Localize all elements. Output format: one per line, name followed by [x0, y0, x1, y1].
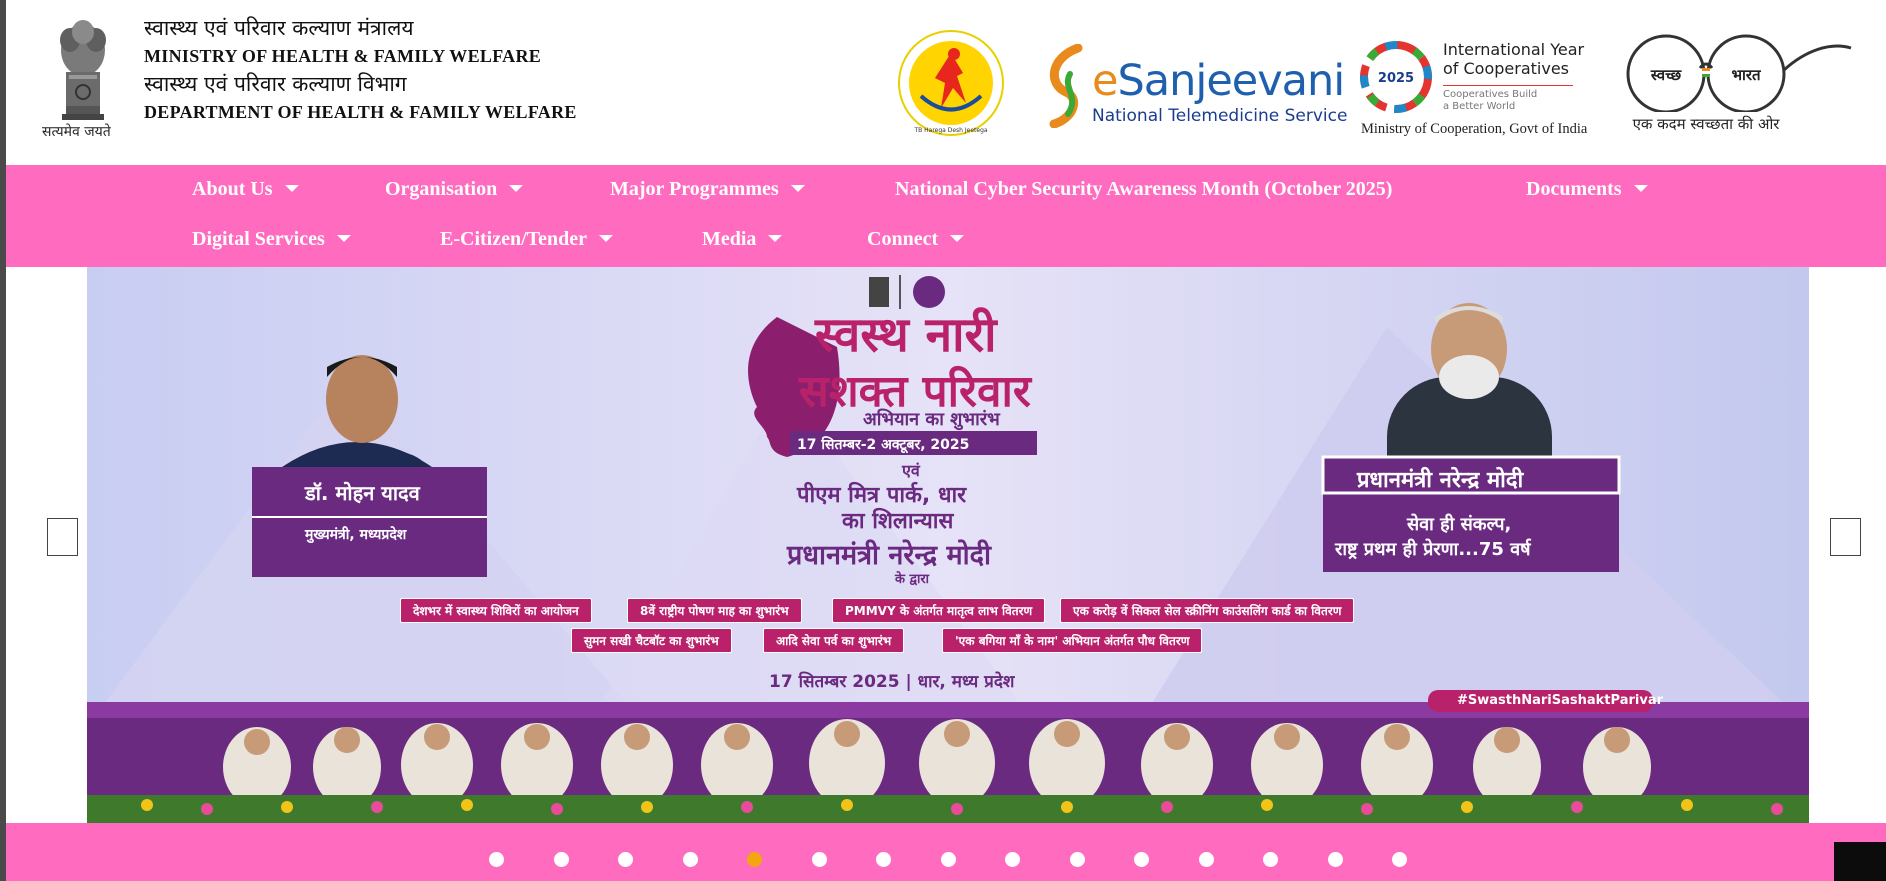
carousel-dot[interactable]	[618, 852, 633, 867]
banner-left-role: मुख्यमंत्री, मध्यप्रदेश	[305, 527, 407, 543]
svg-text:TB Harega Desh Jeetega: TB Harega Desh Jeetega	[913, 127, 987, 134]
nav-about-us[interactable]: About Us	[192, 178, 299, 201]
nav-major-programmes[interactable]: Major Programmes	[610, 178, 805, 201]
esanjeevani-logo[interactable]: eSanjeevani National Telemedicine Servic…	[1040, 38, 1347, 128]
banner-left-divider	[252, 516, 487, 518]
carousel-pagination	[6, 823, 1886, 881]
chevron-down-icon	[336, 234, 351, 242]
nav-e-citizen-tender[interactable]: E-Citizen/Tender	[440, 228, 614, 251]
carousel-dot[interactable]	[811, 852, 827, 867]
cooperatives-ministry: Ministry of Cooperation, Govt of India	[1361, 121, 1588, 137]
carousel-dot[interactable]	[1263, 852, 1278, 867]
carousel-dot[interactable]	[940, 852, 956, 867]
carousel-dot[interactable]	[489, 852, 504, 867]
tb-elimination-logo[interactable]: TB Harega Desh Jeetega	[891, 28, 1011, 138]
department-name-hindi: स्वास्थ्य एवं परिवार कल्याण विभाग	[144, 72, 407, 96]
banner-title-1: स्वस्थ नारी	[815, 307, 997, 363]
chevron-down-icon	[284, 184, 299, 192]
banner-title-3: अभियान का शुभारंभ	[863, 409, 1000, 430]
carousel-dot[interactable]	[1198, 852, 1214, 867]
chevron-down-icon	[790, 184, 805, 192]
banner-event-line: 17 सितम्बर 2025 | धार, मध्य प्रदेश	[769, 672, 1015, 692]
main-navigation: About Us Organisation Major Programmes N…	[6, 165, 1886, 267]
svg-text:भारत: भारत	[1731, 66, 1762, 84]
chevron-down-icon	[599, 234, 614, 242]
esanjeevani-wordmark: eSanjeevani	[1092, 56, 1345, 106]
ministry-name-english: MINISTRY OF HEALTH & FAMILY WELFARE	[144, 46, 542, 66]
banner-tag: एक करोड़ वें सिकल सेल स्क्रीनिंग काउंसलि…	[1060, 598, 1355, 623]
carousel-prev-button[interactable]	[47, 518, 78, 556]
banner-right-line-2: राष्ट्र प्रथम ही प्रेरणा...75 वर्ष	[1335, 539, 1531, 560]
swachh-bharat-slogan: एक कदम स्वच्छता की ओर	[1632, 115, 1780, 133]
cooperatives-divider	[1443, 85, 1573, 86]
cooperatives-year-logo[interactable]: 2025 International Year of Cooperatives …	[1353, 34, 1593, 144]
carousel-slide-banner[interactable]: स्वस्थ नारी सशक्त परिवार अभियान का शुभार…	[87, 267, 1809, 823]
nav-digital-services[interactable]: Digital Services	[192, 228, 351, 251]
carousel-dot[interactable]	[876, 852, 891, 867]
banner-by: के द्वारा	[895, 572, 930, 587]
carousel-dot[interactable]	[1134, 852, 1149, 867]
nav-connect[interactable]: Connect	[867, 228, 965, 251]
site-header: सत्यमेव जयते स्वास्थ्य एवं परिवार कल्याण…	[6, 0, 1886, 165]
banner-tag: आदि सेवा पर्व का शुभारंभ	[763, 628, 905, 653]
banner-tag: PMMVY के अंतर्गत मातृत्व लाभ वितरण	[832, 598, 1046, 623]
chevron-down-icon	[950, 234, 965, 242]
banner-tag: 'एक बगिया माँ के नाम' अभियान अंतर्गत पौध…	[942, 628, 1203, 653]
banner-tag: सुमन सखी चैटबॉट का शुभारंभ	[571, 628, 732, 653]
nav-documents[interactable]: Documents	[1526, 178, 1648, 201]
banner-right-name: प्रधानमंत्री नरेन्द्र मोदी	[1357, 468, 1524, 493]
nav-organisation[interactable]: Organisation	[385, 178, 524, 201]
banner-tag: 8वें राष्ट्रीय पोषण माह का शुभारंभ	[627, 598, 802, 623]
swachh-bharat-spectacles-icon: स्वच्छ भारत	[1626, 34, 1852, 112]
banner-line-2: का शिलान्यास	[842, 509, 954, 534]
chevron-down-icon	[768, 234, 783, 242]
ministry-name-hindi: स्वास्थ्य एवं परिवार कल्याण मंत्रालय	[144, 16, 414, 40]
banner-pm-line: प्रधानमंत्री नरेन्द्र मोदी	[787, 540, 991, 571]
svg-text:2025: 2025	[1378, 71, 1414, 86]
cooperatives-title: International Year of Cooperatives	[1443, 40, 1585, 78]
nav-cyber-security-month[interactable]: National Cyber Security Awareness Month …	[895, 178, 1392, 201]
cooperatives-slogan: Cooperatives Build a Better World	[1443, 89, 1538, 112]
banner-tag: देशभर में स्वास्थ्य शिविरों का आयोजन	[400, 598, 592, 623]
esanjeevani-tagline: National Telemedicine Service	[1092, 106, 1348, 126]
swachh-bharat-logo[interactable]: स्वच्छ भारत एक कदम स्वच्छता की ओर	[1616, 30, 1856, 142]
banner-left-name: डॉ. मोहन यादव	[305, 481, 420, 505]
carousel-dot[interactable]	[1327, 852, 1343, 867]
esanjeevani-swirl-icon	[1049, 44, 1083, 128]
banner-right-line-1: सेवा ही संकल्प,	[1407, 514, 1512, 535]
emblem-motto: सत्यमेव जयते	[42, 124, 111, 140]
carousel-dot[interactable]	[553, 852, 569, 867]
ministry-title-block[interactable]: स्वास्थ्य एवं परिवार कल्याण मंत्रालय MIN…	[144, 14, 577, 126]
banner-hashtag: #SwasthNariSashaktParivar	[1457, 693, 1664, 708]
cooperatives-ring-icon: 2025	[1360, 41, 1432, 113]
department-name-english: DEPARTMENT OF HEALTH & FAMILY WELFARE	[144, 102, 577, 122]
carousel-next-button[interactable]	[1830, 518, 1861, 556]
banner-dates: 17 सितम्बर-2 अक्टूबर, 2025	[797, 437, 970, 453]
chevron-down-icon	[1633, 184, 1648, 192]
carousel-dot[interactable]	[747, 852, 762, 867]
nav-media[interactable]: Media	[702, 228, 783, 251]
carousel-dot[interactable]	[1392, 852, 1407, 867]
home-icon[interactable]	[72, 187, 90, 209]
chevron-down-icon	[509, 184, 524, 192]
banner-conjunction: एवं	[902, 461, 920, 480]
scroll-to-top-button[interactable]	[1834, 842, 1886, 881]
carousel-dot[interactable]	[1005, 852, 1020, 867]
hero-carousel: स्वस्थ नारी सशक्त परिवार अभियान का शुभार…	[6, 267, 1886, 823]
carousel-dot[interactable]	[682, 852, 698, 867]
svg-text:स्वच्छ: स्वच्छ	[1650, 66, 1682, 84]
carousel-dot[interactable]	[1069, 852, 1085, 867]
